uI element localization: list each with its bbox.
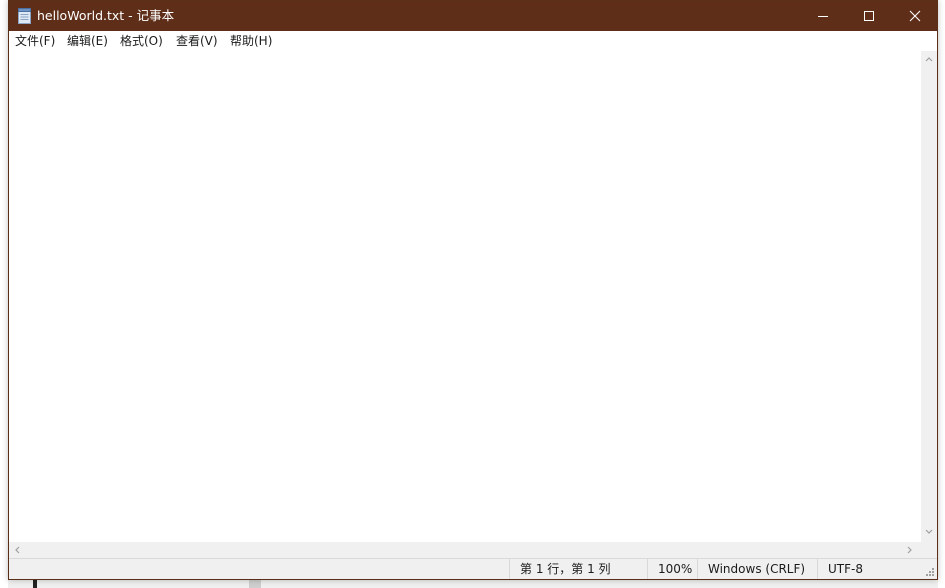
background-window-left (0, 0, 8, 588)
scroll-down-arrow-icon[interactable] (925, 529, 933, 535)
line-ending: Windows (CRLF) (697, 559, 817, 579)
resize-grip-icon[interactable] (925, 567, 935, 577)
background-window-right (938, 0, 945, 588)
scrollbar-corner (921, 542, 937, 558)
notepad-window: helloWorld.txt - 记事本 文件(F) 编辑(E) 格式(O) 查… (8, 0, 938, 580)
menu-help[interactable]: 帮助(H) (230, 31, 272, 51)
minimize-icon (818, 16, 828, 17)
cursor-position: 第 1 行，第 1 列 (509, 559, 647, 579)
title-bar[interactable]: helloWorld.txt - 记事本 (9, 1, 937, 31)
vertical-scrollbar[interactable] (921, 51, 937, 542)
horizontal-scrollbar[interactable] (9, 542, 921, 558)
window-title: helloWorld.txt - 记事本 (37, 8, 175, 23)
text-editor-area[interactable] (9, 51, 921, 542)
encoding: UTF-8 (817, 559, 922, 579)
menu-bar: 文件(F) 编辑(E) 格式(O) 查看(V) 帮助(H) (9, 31, 937, 51)
menu-file[interactable]: 文件(F) (15, 31, 55, 51)
zoom-level: 100% (647, 559, 697, 579)
menu-format[interactable]: 格式(O) (120, 31, 163, 51)
notepad-icon[interactable] (18, 8, 31, 24)
scroll-right-arrow-icon[interactable] (907, 546, 913, 554)
status-bar: 第 1 行，第 1 列 100% Windows (CRLF) UTF-8 (9, 558, 937, 579)
minimize-button[interactable] (800, 1, 846, 31)
close-icon (909, 10, 921, 22)
menu-edit[interactable]: 编辑(E) (67, 31, 108, 51)
menu-view[interactable]: 查看(V) (176, 31, 218, 51)
maximize-button[interactable] (846, 1, 892, 31)
scroll-left-arrow-icon[interactable] (14, 546, 20, 554)
scroll-up-arrow-icon[interactable] (925, 56, 933, 62)
close-button[interactable] (892, 1, 938, 31)
maximize-icon (864, 11, 874, 21)
